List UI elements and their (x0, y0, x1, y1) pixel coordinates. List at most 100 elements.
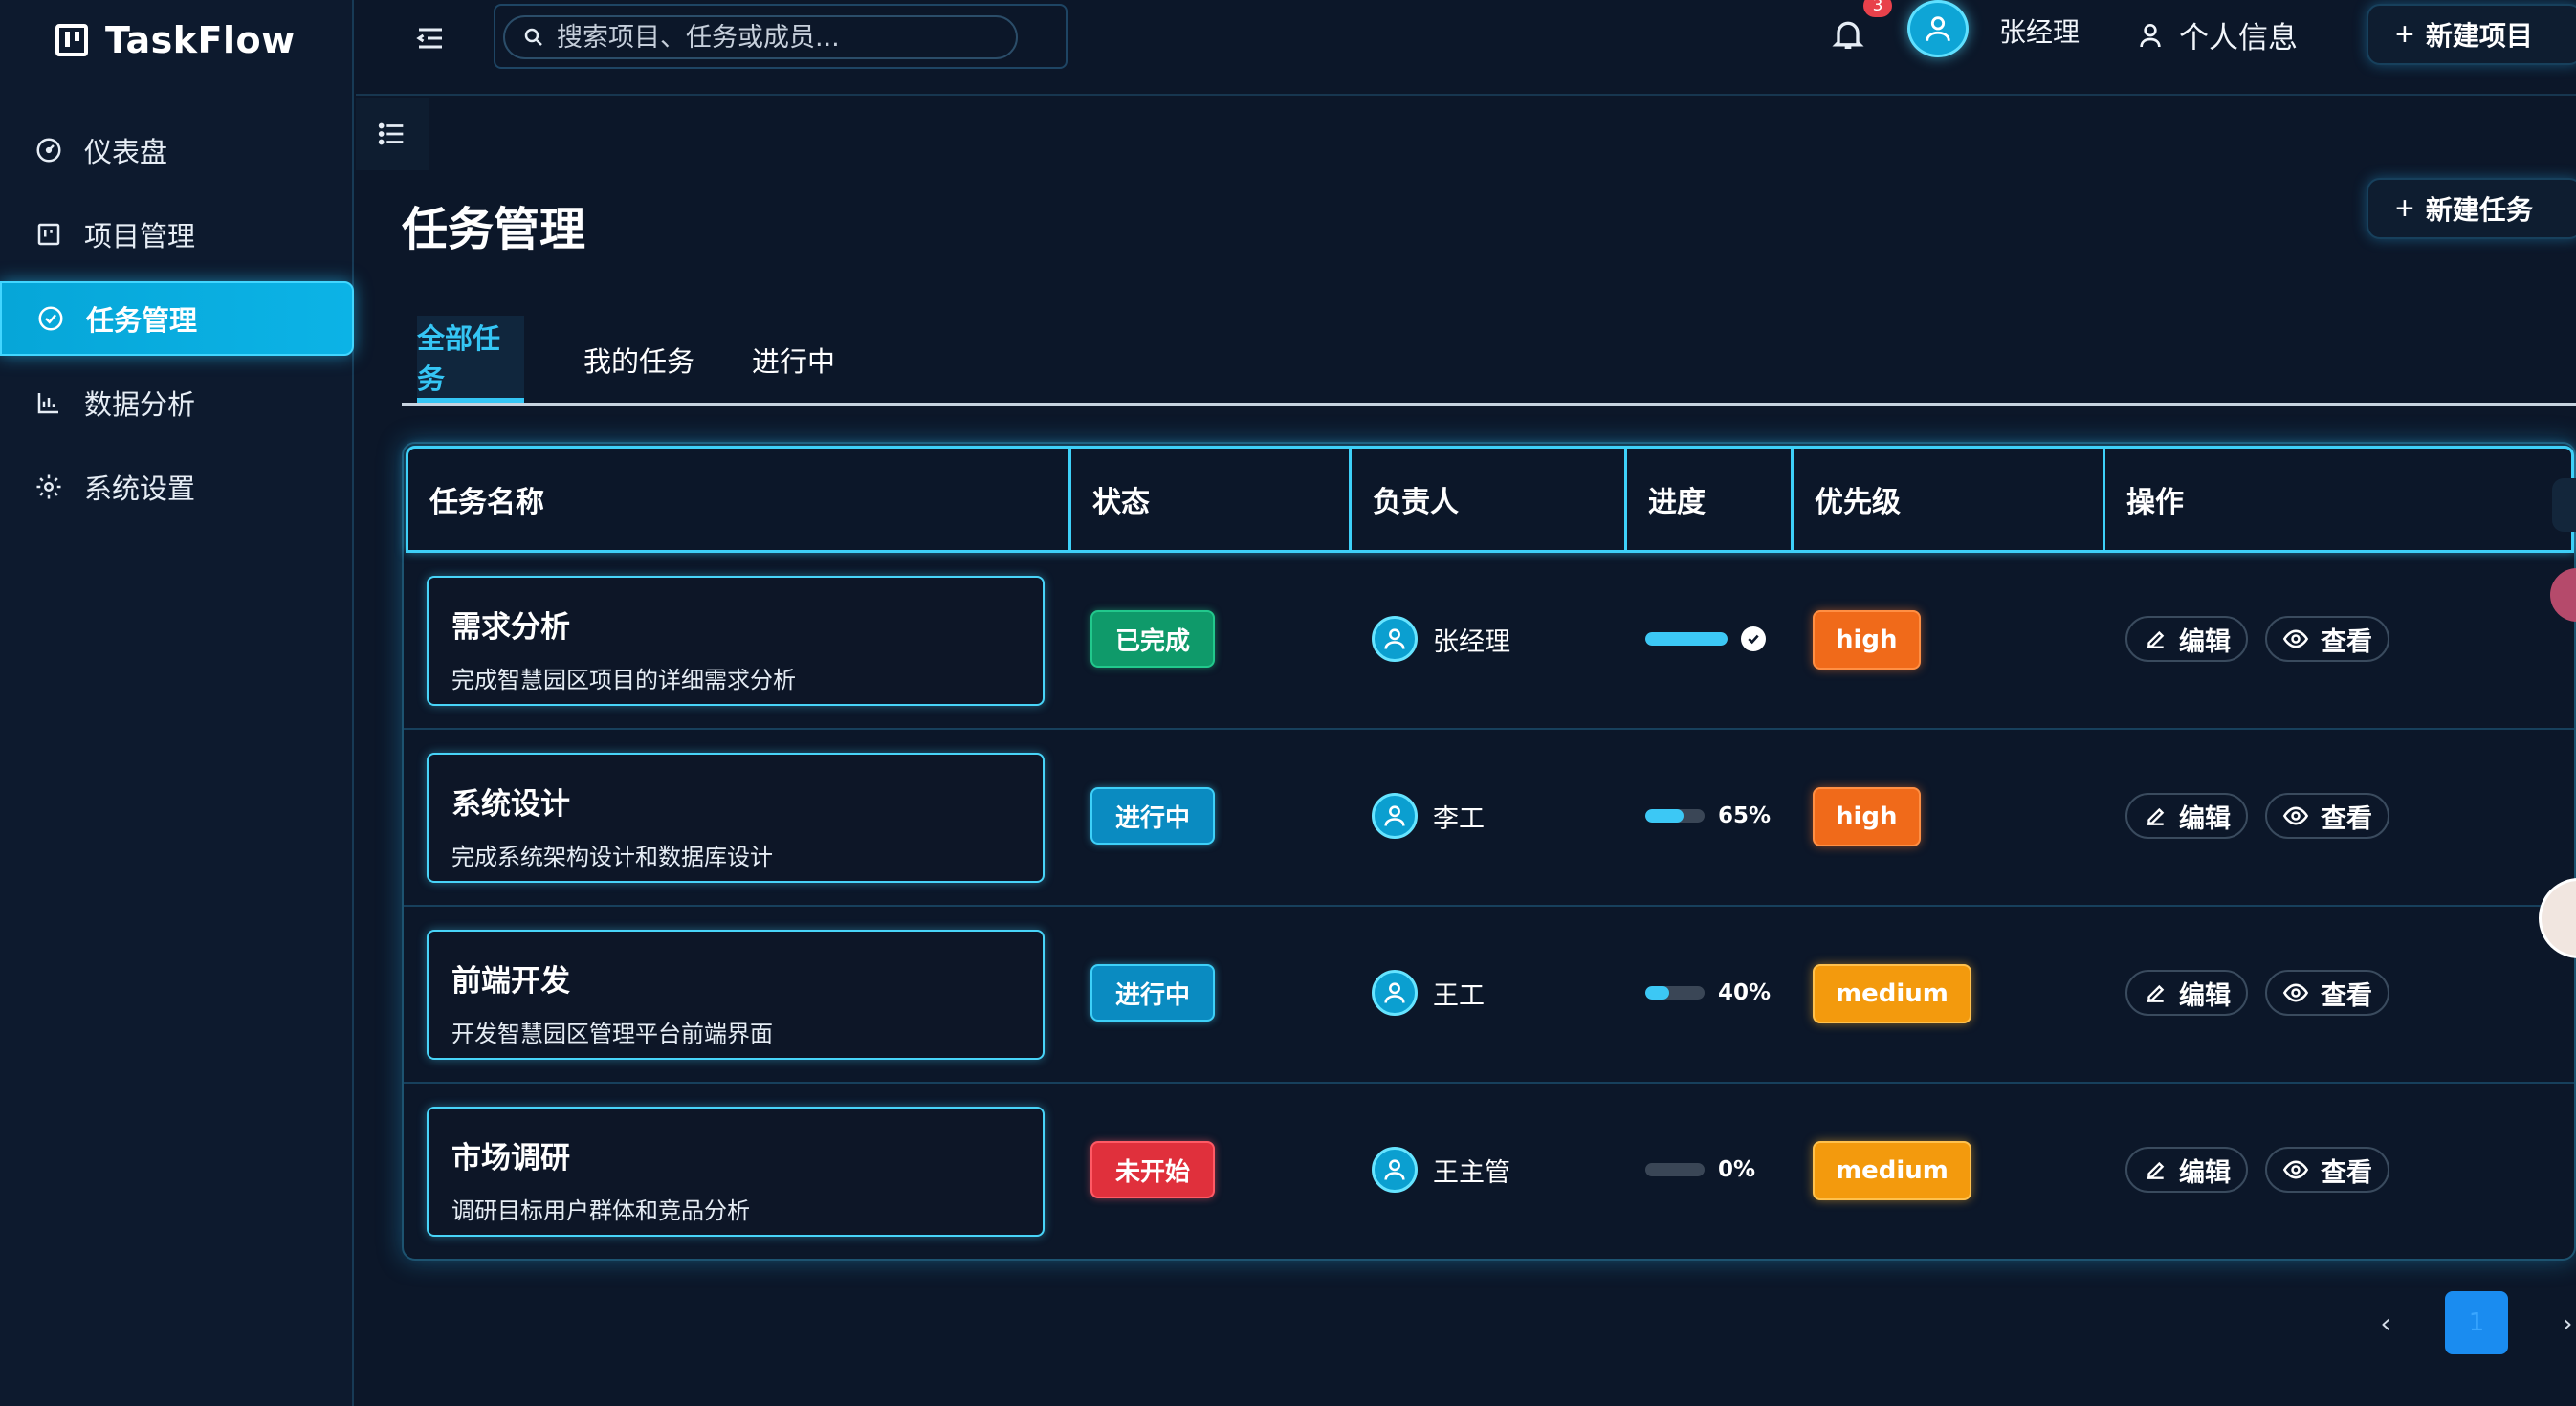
column-header-status: 状态 (1071, 449, 1352, 550)
task-title: 系统设计 (451, 787, 570, 822)
edit-button[interactable]: 编辑 (2125, 616, 2248, 662)
check-icon (1741, 626, 1766, 651)
task-card[interactable]: 前端开发 开发智慧园区管理平台前端界面 (427, 930, 1045, 1060)
table-header: 任务名称 状态 负责人 进度 优先级 操作 (406, 446, 2574, 553)
priority-badge: high (1813, 787, 1921, 846)
column-header-progress: 进度 (1627, 449, 1794, 550)
plus-icon: + (2395, 16, 2414, 53)
row-actions: 编辑 查看 (2125, 1147, 2389, 1193)
task-tabs: 全部任务 我的任务 进行中 (402, 316, 2576, 406)
sidebar-item-settings[interactable]: 系统设置 (0, 450, 354, 524)
column-header-actions: 操作 (2126, 486, 2184, 519)
tab-in-progress[interactable]: 进行中 (752, 316, 835, 403)
task-card[interactable]: 系统设计 完成系统架构设计和数据库设计 (427, 753, 1045, 883)
assignee-name: 张经理 (1433, 626, 1510, 657)
progress-fill (1645, 986, 1669, 1000)
view-button[interactable]: 查看 (2265, 793, 2389, 839)
progress-bar (1645, 809, 1705, 823)
page-number-current[interactable]: 1 (2445, 1291, 2508, 1354)
progress-text: 65% (1718, 803, 1772, 828)
kanban-logo-icon (55, 24, 88, 56)
column-header-task-name: 任务名称 (408, 449, 1071, 550)
task-description: 完成系统架构设计和数据库设计 (451, 844, 773, 870)
search-input[interactable] (557, 22, 997, 53)
sidebar-item-tasks[interactable]: 任务管理 (0, 281, 354, 356)
edit-icon (2147, 1161, 2165, 1179)
eye-icon (2282, 1160, 2309, 1179)
table-row: 系统设计 完成系统架构设计和数据库设计 进行中 李工 65% high 编辑 查… (404, 730, 2574, 907)
new-task-button[interactable]: + 新建任务 (2367, 178, 2576, 239)
task-card[interactable]: 需求分析 完成智慧园区项目的详细需求分析 (427, 576, 1045, 706)
eye-icon (2282, 806, 2309, 825)
list-icon (378, 122, 404, 145)
sidebar-item-label: 任务管理 (86, 304, 198, 337)
sidebar-item-projects[interactable]: 项目管理 (0, 197, 354, 272)
gear-icon (36, 474, 61, 499)
search-field[interactable] (503, 15, 1018, 59)
bell-icon[interactable] (1829, 15, 1867, 54)
edit-button[interactable]: 编辑 (2125, 970, 2248, 1016)
progress-text: 40% (1718, 980, 1772, 1005)
view-button[interactable]: 查看 (2265, 970, 2389, 1016)
user-icon (1384, 1159, 1405, 1180)
grid-widget-tab[interactable] (2552, 478, 2576, 532)
view-label: 查看 (2321, 980, 2372, 1010)
sidebar-item-label: 项目管理 (84, 220, 196, 253)
user-name[interactable]: 张经理 (1999, 11, 2080, 50)
top-bar: 3 张经理 个人信息 + 新建项目 (356, 0, 2576, 96)
view-button[interactable]: 查看 (2265, 616, 2389, 662)
sidebar-nav: 仪表盘 项目管理 任务管理 数据分析 系统设置 (0, 113, 354, 534)
assignee-name: 李工 (1433, 803, 1485, 834)
sidebar-item-analytics[interactable]: 数据分析 (0, 365, 354, 440)
app-name: TaskFlow (105, 19, 296, 61)
menu-fold-icon[interactable] (413, 21, 448, 55)
progress-bar (1645, 1163, 1705, 1176)
app-logo[interactable]: TaskFlow (55, 17, 296, 63)
profile-label: 个人信息 (2179, 21, 2298, 55)
sidebar-item-label: 仪表盘 (84, 136, 168, 168)
edit-label: 编辑 (2179, 1157, 2231, 1187)
sidebar-item-dashboard[interactable]: 仪表盘 (0, 113, 354, 187)
table-row: 需求分析 完成智慧园区项目的详细需求分析 已完成 张经理 high 编辑 查看 (404, 553, 2574, 730)
status-badge: 进行中 (1090, 787, 1215, 845)
tab-my-tasks[interactable]: 我的任务 (583, 316, 694, 403)
task-description: 开发智慧园区管理平台前端界面 (451, 1021, 773, 1047)
view-button[interactable]: 查看 (2265, 1147, 2389, 1193)
progress-bar (1645, 986, 1705, 1000)
assignee-avatar (1372, 1147, 1418, 1193)
status-badge: 已完成 (1090, 610, 1215, 668)
progress-indicator: 0% (1645, 1157, 1755, 1182)
user-icon (1926, 16, 1950, 41)
dashboard-icon (36, 138, 61, 163)
user-icon (1384, 628, 1405, 649)
sidebar-item-label: 数据分析 (84, 388, 196, 421)
edit-button[interactable]: 编辑 (2125, 1147, 2248, 1193)
task-title: 前端开发 (451, 964, 570, 999)
priority-badge: high (1813, 610, 1921, 670)
list-toggle-button[interactable] (356, 98, 429, 170)
notification-badge: 3 (1863, 0, 1892, 17)
chevron-left-icon[interactable]: ‹ (2372, 1307, 2399, 1339)
user-icon (1384, 805, 1405, 826)
task-card[interactable]: 市场调研 调研目标用户群体和竞品分析 (427, 1107, 1045, 1237)
user-avatar[interactable] (1907, 0, 1969, 57)
assignee-name: 王工 (1433, 980, 1485, 1011)
profile-link[interactable]: 个人信息 (2135, 13, 2298, 56)
tab-all-tasks[interactable]: 全部任务 (417, 316, 524, 403)
new-project-label: 新建项目 (2425, 21, 2533, 51)
column-header-assignee: 负责人 (1352, 449, 1627, 550)
pagination: ‹ 1 › (2372, 1291, 2576, 1354)
task-title: 需求分析 (451, 610, 570, 645)
view-label: 查看 (2321, 626, 2372, 656)
table-row: 市场调研 调研目标用户群体和竞品分析 未开始 王主管 0% medium 编辑 … (404, 1084, 2574, 1261)
assignee-avatar (1372, 970, 1418, 1016)
edit-button[interactable]: 编辑 (2125, 793, 2248, 839)
priority-badge: medium (1813, 1141, 1971, 1200)
task-description: 完成智慧园区项目的详细需求分析 (451, 667, 796, 693)
progress-text: 0% (1718, 1157, 1756, 1182)
user-icon (1384, 982, 1405, 1003)
new-project-button[interactable]: + 新建项目 (2367, 4, 2576, 65)
sidebar-item-label: 系统设置 (84, 472, 196, 505)
assignee: 张经理 (1372, 616, 1510, 662)
chevron-right-icon[interactable]: › (2554, 1307, 2576, 1339)
